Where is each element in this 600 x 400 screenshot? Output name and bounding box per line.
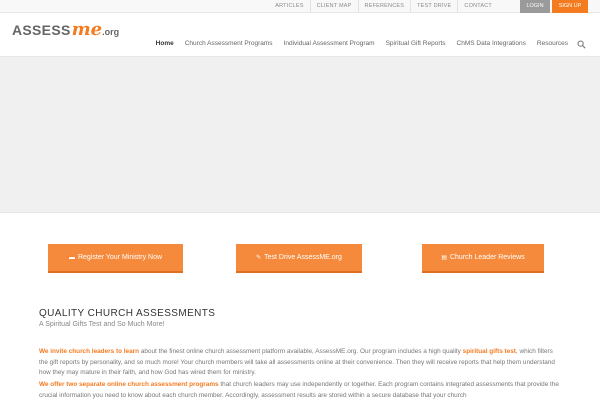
logo-me: me: [71, 19, 103, 40]
nav-item-chms-data-integrations[interactable]: ChMS Data Integrations: [457, 37, 526, 51]
top-link-articles[interactable]: ARTICLES: [269, 0, 309, 13]
hero-banner: [0, 57, 600, 213]
top-link-test-drive[interactable]: TEST DRIVE: [410, 0, 457, 13]
section-title: QUALITY CHURCH ASSESSMENTS: [39, 308, 216, 319]
nav-item-individual-assessment-program[interactable]: Individual Assessment Program: [284, 37, 375, 51]
spiritual-gifts-test-link[interactable]: spiritual gifts test: [463, 348, 516, 355]
nav-item-resources[interactable]: Resources: [537, 37, 568, 51]
nav-item-church-assessment-programs[interactable]: Church Assessment Programs: [185, 37, 273, 51]
top-link-references[interactable]: REFERENCES: [357, 0, 411, 13]
top-utility-bar: ARTICLES CLIENT MAP REFERENCES TEST DRIV…: [0, 0, 600, 13]
intro-text-a: about the finest online church assessmen…: [139, 348, 463, 355]
intro-paragraph: We invite church leaders to learn about …: [39, 347, 561, 379]
id-card-icon: ▬: [68, 254, 75, 261]
section-subtitle: A Spiritual Gifts Test and So Much More!: [39, 321, 165, 328]
church-leader-reviews-label: Church Leader Reviews: [449, 254, 525, 261]
test-drive-label: Test Drive AssessME.org: [264, 254, 342, 261]
login-button[interactable]: LOGIN: [520, 0, 550, 13]
intro-lead-link[interactable]: We invite church leaders to learn: [39, 348, 139, 355]
site-header: ASSESS me .org Home Church Assessment Pr…: [0, 13, 600, 57]
programs-paragraph: We offer two separate online church asse…: [39, 380, 561, 400]
main-nav: Home Church Assessment Programs Individu…: [145, 37, 586, 51]
nav-item-home[interactable]: Home: [156, 37, 174, 51]
signup-button[interactable]: SIGN UP: [552, 0, 588, 13]
top-link-client-map[interactable]: CLIENT MAP: [309, 0, 358, 13]
nav-item-spiritual-gift-reports[interactable]: Spiritual Gift Reports: [386, 37, 446, 51]
logo-org: .org: [102, 27, 120, 37]
document-icon: ▤: [441, 255, 447, 261]
register-ministry-label: Register Your Ministry Now: [77, 254, 163, 261]
programs-lead-link[interactable]: We offer two separate online church asse…: [39, 381, 219, 388]
wrench-icon: ✎: [256, 255, 262, 261]
register-ministry-button[interactable]: ▬ Register Your Ministry Now: [48, 244, 183, 273]
search-icon[interactable]: [577, 40, 586, 49]
top-links: ARTICLES CLIENT MAP REFERENCES TEST DRIV…: [269, 0, 498, 13]
church-leader-reviews-button[interactable]: ▤ Church Leader Reviews: [422, 244, 544, 273]
top-link-contact[interactable]: CONTACT: [457, 0, 498, 13]
logo-assess: ASSESS: [12, 22, 71, 38]
site-logo[interactable]: ASSESS me .org: [12, 19, 119, 43]
test-drive-button[interactable]: ✎ Test Drive AssessME.org: [236, 244, 362, 273]
